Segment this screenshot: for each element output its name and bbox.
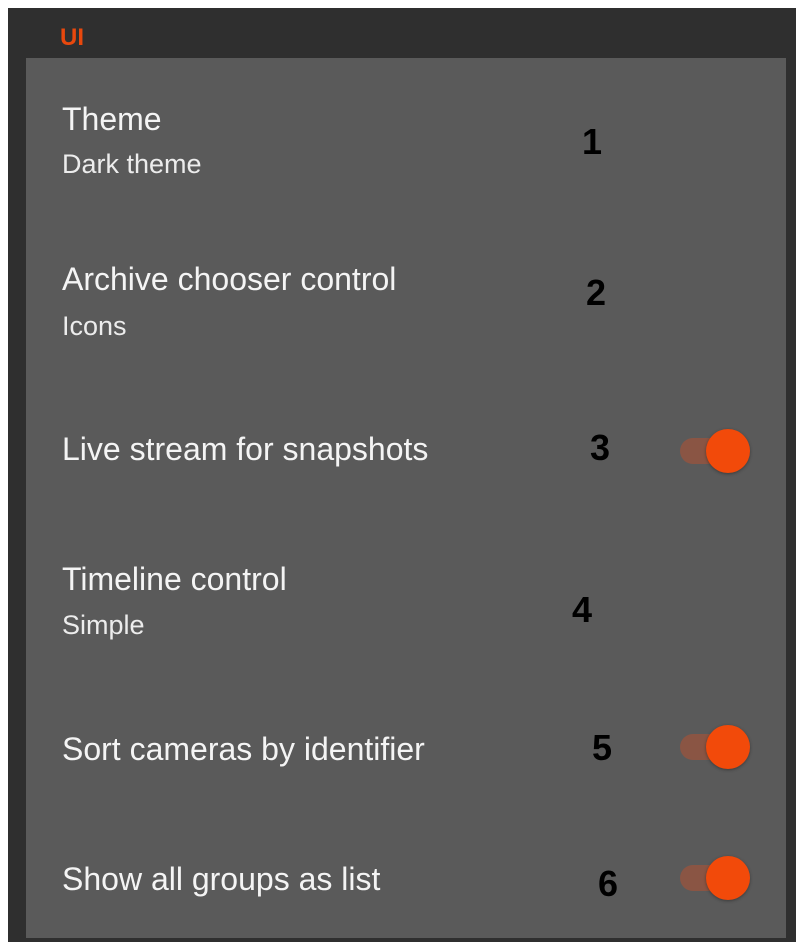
setting-theme[interactable]: Theme Dark theme 1 (26, 58, 786, 218)
setting-title: Live stream for snapshots (62, 431, 429, 467)
annotation-marker: 6 (598, 863, 619, 904)
annotation-marker: 2 (586, 272, 607, 313)
setting-show-all-groups-as-list[interactable]: Show all groups as list 6 (26, 818, 786, 938)
annotation-marker: 4 (572, 589, 593, 630)
setting-value: Icons (62, 311, 127, 341)
setting-title: Timeline control (62, 561, 287, 597)
setting-value: Dark theme (62, 149, 202, 179)
show-groups-list-toggle[interactable] (676, 856, 752, 900)
sort-cameras-toggle[interactable] (676, 725, 752, 769)
settings-window: UI Theme Dark theme 1 Archive chooser co… (8, 8, 796, 942)
section-header-ui: UI (60, 24, 84, 51)
toggle-thumb (706, 856, 750, 900)
annotation-marker: 5 (592, 727, 613, 768)
setting-title: Theme (62, 101, 162, 137)
setting-timeline-control[interactable]: Timeline control Simple 4 (26, 518, 786, 678)
setting-value: Simple (62, 610, 145, 640)
toggle-thumb (706, 725, 750, 769)
ui-settings-panel: Theme Dark theme 1 Archive chooser contr… (26, 58, 786, 938)
setting-title: Show all groups as list (62, 861, 381, 897)
setting-title: Archive chooser control (62, 261, 397, 297)
annotation-marker: 3 (590, 427, 611, 468)
annotation-marker: 1 (582, 121, 603, 162)
live-stream-toggle[interactable] (676, 429, 752, 473)
setting-sort-cameras-by-identifier[interactable]: Sort cameras by identifier 5 (26, 678, 786, 818)
setting-archive-chooser-control[interactable]: Archive chooser control Icons 2 (26, 218, 786, 378)
setting-live-stream-for-snapshots[interactable]: Live stream for snapshots 3 (26, 378, 786, 518)
setting-title: Sort cameras by identifier (62, 731, 425, 767)
toggle-thumb (706, 429, 750, 473)
